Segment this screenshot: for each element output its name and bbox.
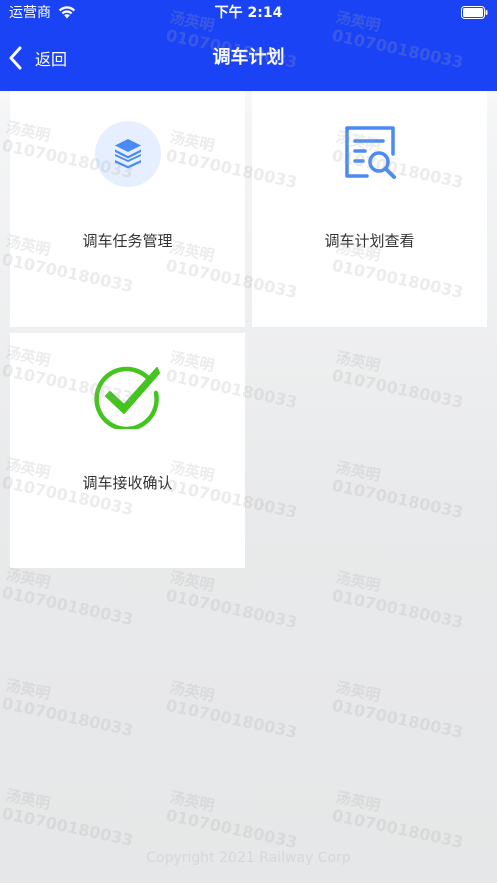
watermark: 汤英明 010700180033 <box>330 568 465 632</box>
watermark: 汤英明 010700180033 <box>0 676 135 740</box>
watermark: 汤英明 010700180033 <box>164 678 299 742</box>
status-bar: 运营商 下午 2:14 <box>0 0 497 26</box>
card-label: 调车计划查看 <box>324 232 415 250</box>
top-header: 运营商 下午 2:14 返回 调车计划 <box>0 0 497 91</box>
stack-layers-icon <box>94 121 161 187</box>
card-label: 调车接收确认 <box>82 474 173 492</box>
watermark: 汤英明 010700180033 <box>330 458 465 522</box>
watermark: 汤英明 010700180033 <box>0 565 135 629</box>
card-label: 调车任务管理 <box>82 232 173 250</box>
watermark: 汤英明 010700180033 <box>330 788 465 852</box>
status-time: 下午 2:14 <box>214 5 283 21</box>
watermark: 汤英明 010700180033 <box>330 678 465 742</box>
footer-text: Copyright 2021 Railway Corp <box>146 850 351 866</box>
card-shunting-task-management[interactable]: 调车任务管理 <box>10 91 245 327</box>
card-shunting-plan-view[interactable]: 调车计划查看 <box>252 91 487 327</box>
document-search-icon <box>344 126 396 179</box>
watermark: 汤英明 010700180033 <box>164 568 299 632</box>
checkmark-circle-icon <box>93 366 160 429</box>
page-title: 调车计划 <box>212 47 285 68</box>
watermark: 汤英明 010700180033 <box>164 788 299 852</box>
card-shunting-receipt-confirm[interactable]: 调车接收确认 <box>10 333 245 568</box>
battery-icon <box>461 6 488 19</box>
watermark: 汤英明 010700180033 <box>330 348 465 412</box>
watermark: 汤英明 010700180033 <box>0 786 135 850</box>
